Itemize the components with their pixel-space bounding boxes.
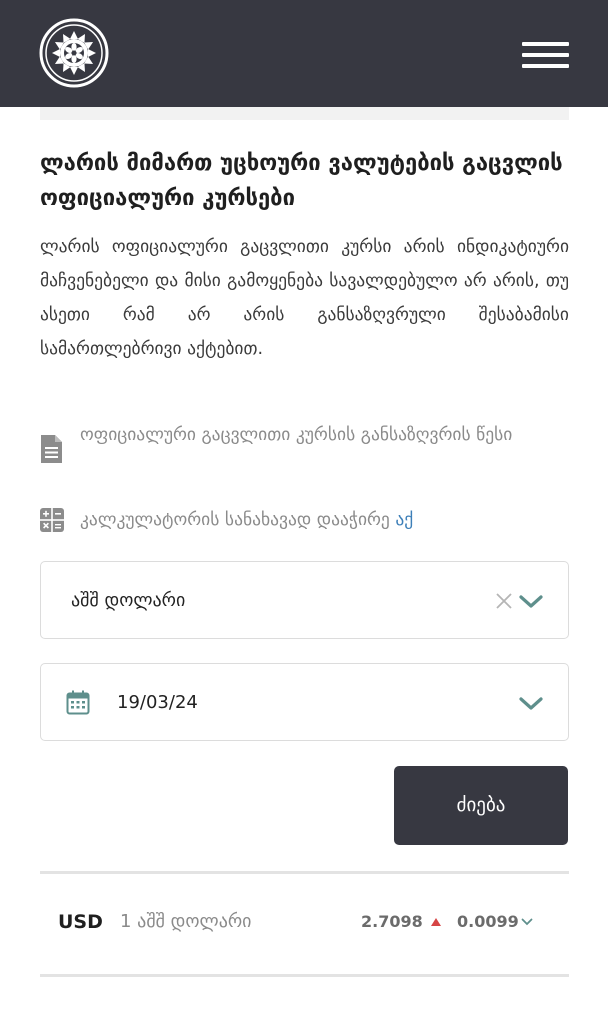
chevron-down-icon[interactable]	[518, 594, 544, 610]
top-header	[0, 0, 608, 107]
calculator-row: კალკულატორის სანახავად დააჭირე აქ	[40, 505, 413, 536]
page-description: ლარის ოფიციალური გაცვლითი კურსი არის ინდ…	[40, 237, 569, 359]
breadcrumb-strip	[40, 107, 569, 120]
arrow-up-icon	[431, 918, 441, 926]
divider-top	[40, 871, 569, 874]
chevron-down-icon[interactable]	[521, 918, 533, 926]
date-value[interactable]: 19/03/24	[117, 664, 198, 742]
calculator-text: კალკულატორის სანახავად დააჭირე აქ	[80, 505, 413, 536]
search-button[interactable]: ძიება	[394, 766, 568, 845]
chevron-down-icon[interactable]	[518, 696, 544, 712]
rules-link-row[interactable]: ოფიციალური გაცვლითი კურსის განსაზღვრის წ…	[40, 420, 540, 464]
page-title: ლარის მიმართ უცხოური ვალუტების გაცვლის ო…	[40, 151, 563, 211]
currency-code: USD	[58, 911, 103, 933]
calculator-link[interactable]: აქ	[395, 510, 413, 530]
hamburger-menu-icon[interactable]	[522, 42, 570, 70]
sun-emblem-icon[interactable]	[39, 18, 109, 88]
calculator-label: კალკულატორის სანახავად დააჭირე	[80, 510, 390, 530]
rate-change: 0.0099	[457, 912, 519, 931]
table-row: USD 1 აშშ დოლარი 2.7098 0.0099	[40, 876, 569, 974]
currency-name: 1 აშშ დოლარი	[120, 911, 252, 932]
calculator-icon	[40, 508, 64, 532]
divider-bottom	[40, 974, 569, 977]
rules-link-text[interactable]: ოფიციალური გაცვლითი კურსის განსაზღვრის წ…	[80, 420, 540, 451]
date-picker[interactable]: 19/03/24	[40, 663, 569, 741]
currency-select[interactable]: აშშ დოლარი	[40, 561, 569, 639]
clear-icon[interactable]	[495, 592, 513, 610]
currency-rate: 2.7098	[361, 912, 423, 931]
document-icon	[41, 435, 62, 463]
calendar-icon	[66, 690, 90, 715]
currency-select-value: აშშ დოლარი	[71, 590, 186, 611]
